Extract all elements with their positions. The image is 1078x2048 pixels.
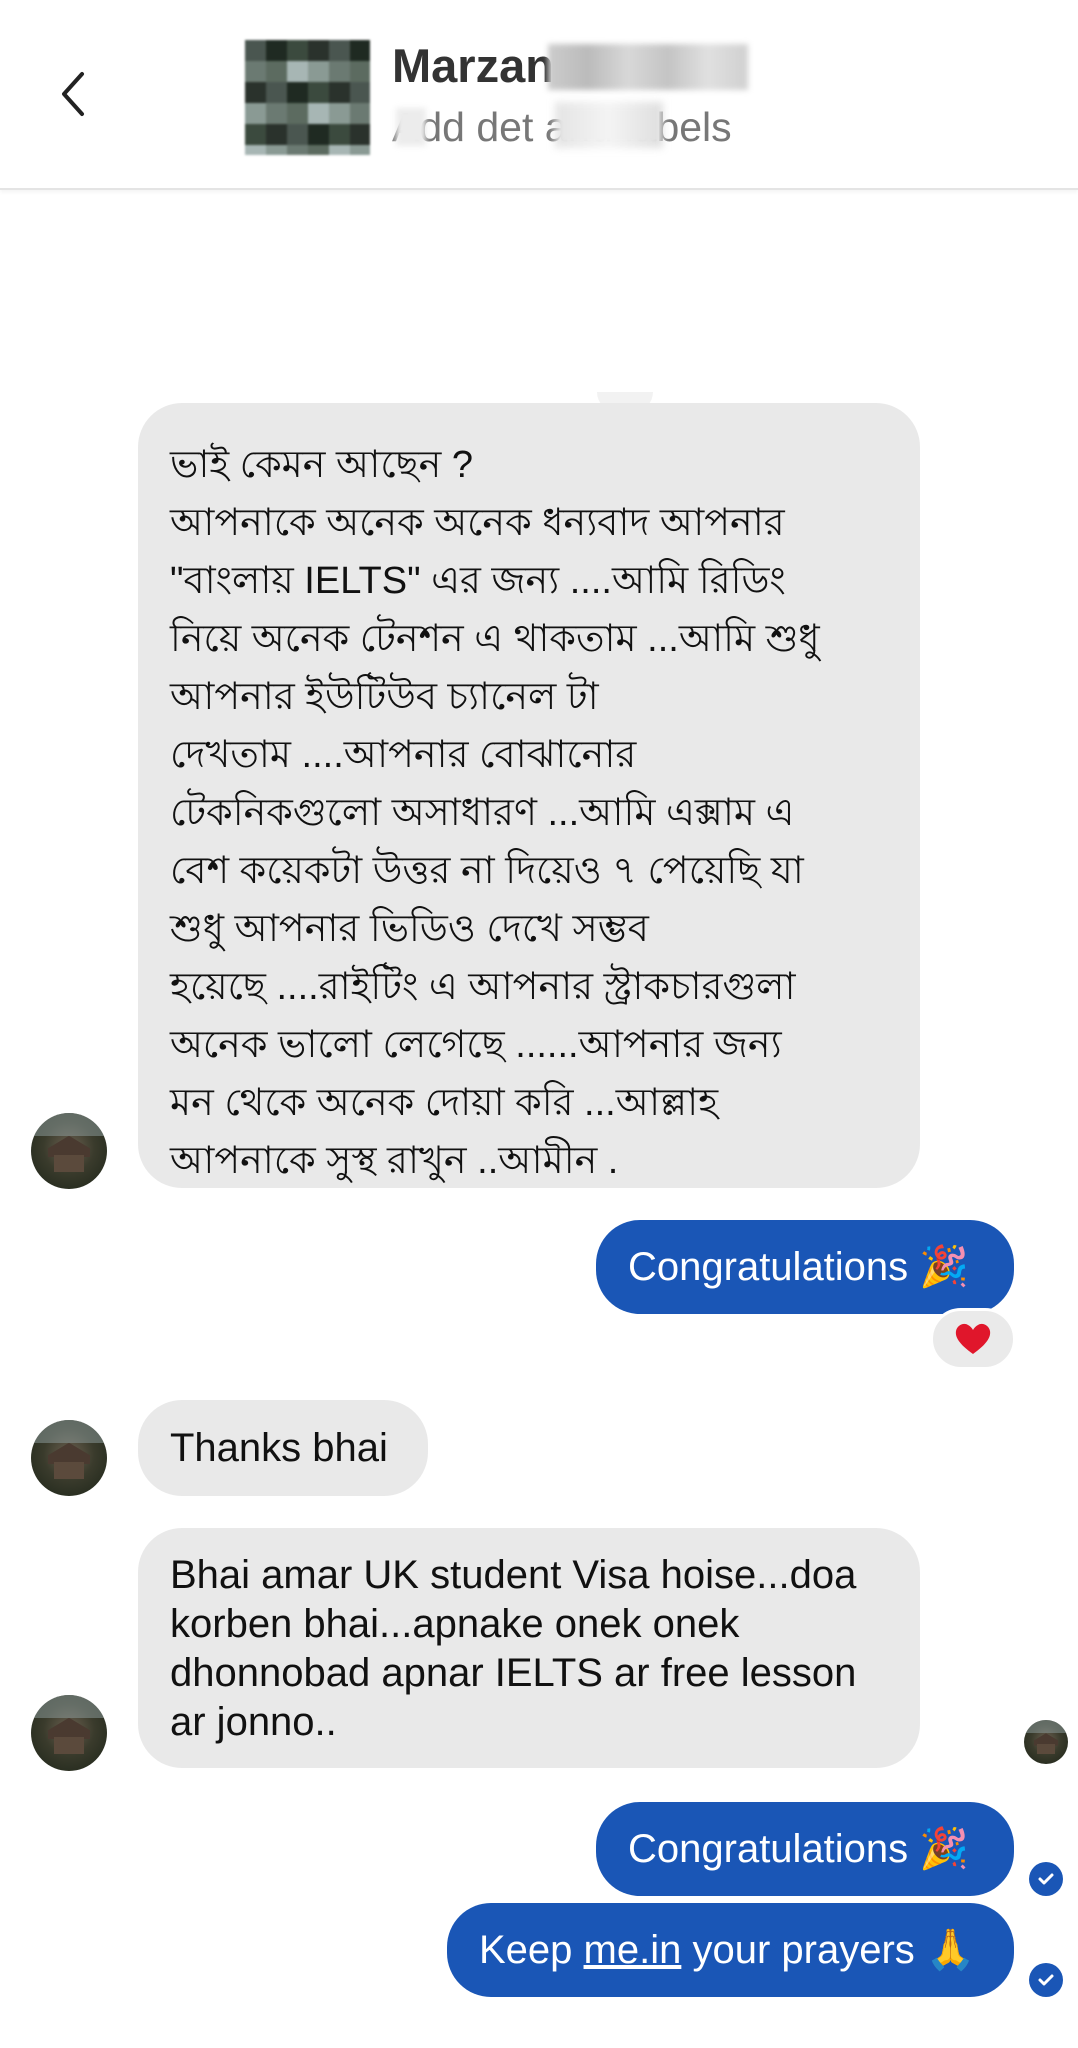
- message-line: dhonnobad apnar IELTS ar free lesson: [170, 1651, 857, 1695]
- message-text: your prayers 🙏: [681, 1928, 976, 1972]
- message-line: অনেক ভালো লেগেছে ......আপনার জন্য: [170, 1024, 782, 1066]
- message-link[interactable]: me.in: [584, 1928, 682, 1972]
- message-line: নিয়ে অনেক টেনশন এ থাকতাম ...আমি শুধু: [170, 618, 820, 660]
- message-text: Keep: [479, 1928, 584, 1972]
- message-bubble-outgoing[interactable]: Keep me.in your prayers 🙏: [447, 1903, 1014, 1997]
- sender-avatar[interactable]: [31, 1695, 107, 1771]
- sent-check-icon: [1029, 1862, 1063, 1896]
- reaction-heart[interactable]: [930, 1308, 1016, 1370]
- message-bubble-incoming[interactable]: Bhai amar UK student Visa hoise...doa kor…: [138, 1528, 920, 1768]
- message-line: ar jonno..: [170, 1700, 337, 1744]
- message-text: Thanks bhai: [170, 1426, 388, 1470]
- message-bubble-incoming[interactable]: ভাই কেমন আছেন ? আপনাকে অনেক অনেক ধন্যবাদ …: [138, 403, 920, 1188]
- message-line: টেকনিকগুলো অসাধারণ ...আমি এক্সাম এ: [170, 792, 795, 834]
- contact-name[interactable]: Marzan: [392, 38, 554, 93]
- message-bubble-outgoing[interactable]: Congratulations 🎉: [596, 1802, 1014, 1896]
- message-text: Congratulations 🎉: [628, 1827, 970, 1871]
- sent-check-icon: [1029, 1963, 1063, 1997]
- sender-avatar[interactable]: [31, 1113, 107, 1189]
- redacted-blur: [555, 102, 663, 148]
- message-bubble-incoming[interactable]: Thanks bhai: [138, 1400, 428, 1496]
- message-line: দেখতাম ....আপনার বোঝানোর: [170, 734, 637, 776]
- message-line: মন থেকে অনেক দোয়া করি ...আল্লাহ: [170, 1082, 719, 1124]
- contact-avatar[interactable]: [245, 40, 370, 155]
- message-line: ভাই কেমন আছেন ?: [170, 444, 473, 486]
- back-arrow-icon[interactable]: [52, 64, 100, 124]
- message-line: আপনাকে সুস্থ রাখুন ..আমীন .: [170, 1140, 619, 1182]
- message-line: "বাংলায় IELTS" এর জন্য ....আমি রিডিং: [170, 560, 786, 602]
- message-bubble-outgoing[interactable]: Congratulations 🎉: [596, 1220, 1014, 1314]
- message-line: Bhai amar UK student Visa hoise...doa: [170, 1553, 857, 1597]
- heart-icon: [955, 1323, 991, 1354]
- redacted-name-blur: [548, 44, 748, 90]
- message-line: korben bhai...apnake onek onek: [170, 1602, 740, 1646]
- message-line: আপনাকে অনেক অনেক ধন্যবাদ আপনার: [170, 502, 785, 544]
- message-line: আপনার ইউটিউব চ্যানেল টা: [170, 676, 599, 718]
- message-line: বেশ কয়েকটা উত্তর না দিয়েও ৭ পেয়েছি যা: [170, 850, 804, 892]
- message-line: হয়েছে ....রাইটিং এ আপনার স্ট্রাকচারগুলা: [170, 966, 796, 1008]
- message-text: Congratulations 🎉: [628, 1245, 970, 1289]
- sender-avatar[interactable]: [31, 1420, 107, 1496]
- message-line: শুধু আপনার ভিডিও দেখে সম্ভব: [170, 908, 649, 950]
- chat-header: Marzan Add det and labels: [0, 0, 1078, 190]
- redacted-blur: [396, 108, 426, 146]
- seen-avatar: [1024, 1720, 1068, 1764]
